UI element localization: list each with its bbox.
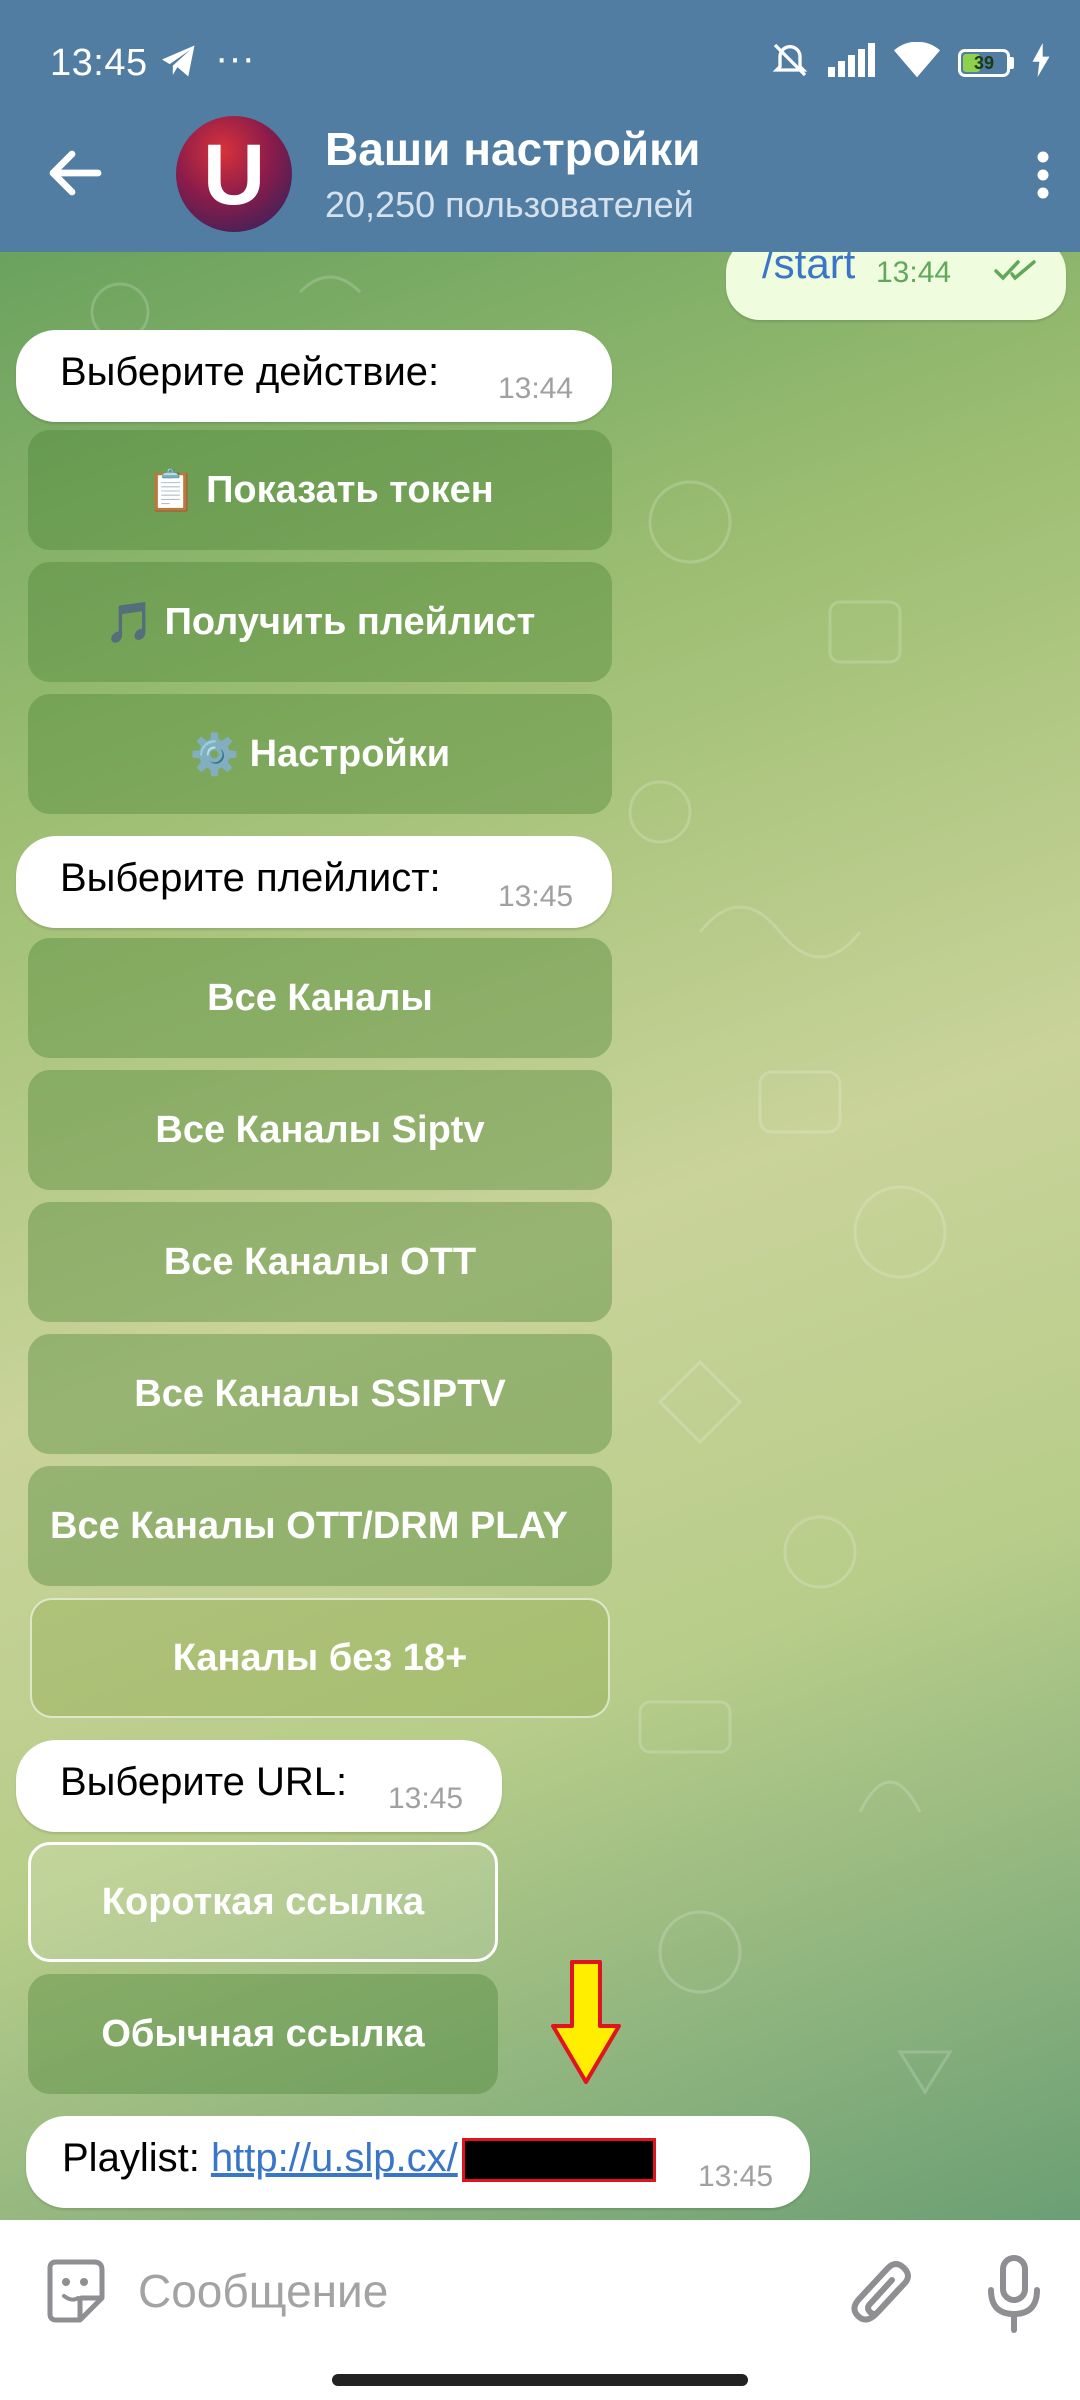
button-label: Каналы без 18+ xyxy=(172,1636,468,1679)
sticker-emoji-icon[interactable] xyxy=(40,2256,110,2331)
clipboard-icon: 📋 xyxy=(146,468,197,513)
button-label: Все Каналы OTT/DRM PLAY xyxy=(50,1504,568,1547)
silent-mode-icon xyxy=(770,40,810,85)
playlist-prefix: Playlist: xyxy=(62,2136,200,2180)
home-gesture-pill[interactable] xyxy=(332,2374,748,2386)
app-header: 13:45 ··· 39 U Ваши настройки 20,250 пол… xyxy=(0,0,1080,252)
playlist-button-ott-drm[interactable]: Все Каналы OTT/DRM PLAY xyxy=(28,1466,612,1586)
signal-icon xyxy=(828,43,876,82)
music-note-icon: 🎵 xyxy=(104,600,155,645)
battery-icon: 39 xyxy=(958,48,1014,77)
button-label: Все Каналы Siptv xyxy=(155,1108,485,1151)
annotation-arrow-icon xyxy=(551,1960,621,2084)
incoming-message[interactable]: Выберите URL: 13:45 xyxy=(16,1740,502,1832)
outgoing-message[interactable]: /start 13:44 xyxy=(726,252,1066,320)
button-label: Короткая ссылка xyxy=(101,1880,425,1923)
button-label: Настройки xyxy=(249,732,451,775)
get-playlist-button[interactable]: 🎵 Получить плейлист xyxy=(28,562,612,682)
more-menu-icon[interactable] xyxy=(1036,150,1050,205)
message-text: Выберите плейлист: xyxy=(60,856,441,900)
message-input[interactable]: Сообщение xyxy=(138,2264,388,2318)
short-link-button[interactable]: Короткая ссылка xyxy=(28,1842,498,1962)
status-icons: 39 xyxy=(770,40,1050,85)
message-text: Playlist: http://u.slp.cx/ xyxy=(62,2136,656,2183)
chat-subtitle: 20,250 пользователей xyxy=(325,184,694,225)
message-time: 13:45 xyxy=(498,880,574,913)
microphone-icon[interactable] xyxy=(985,2254,1043,2339)
button-label: Получить плейлист xyxy=(164,600,536,643)
incoming-message[interactable]: Выберите плейлист: 13:45 xyxy=(16,836,612,928)
playlist-button-no-18[interactable]: Каналы без 18+ xyxy=(30,1598,610,1718)
gear-icon: ⚙️ xyxy=(189,732,240,777)
charging-icon xyxy=(1032,43,1050,82)
playlist-button-siptv[interactable]: Все Каналы Siptv xyxy=(28,1070,612,1190)
button-label: Показать токен xyxy=(206,468,494,511)
playlist-button-ott[interactable]: Все Каналы OTT xyxy=(28,1202,612,1322)
back-arrow-icon[interactable] xyxy=(48,150,102,201)
battery-level: 39 xyxy=(973,52,995,73)
playlist-link[interactable]: http://u.slp.cx/ xyxy=(211,2136,458,2180)
playlist-button-all[interactable]: Все Каналы xyxy=(28,938,612,1058)
telegram-status-icon xyxy=(160,44,198,83)
button-label: Обычная ссылка xyxy=(101,2012,425,2055)
incoming-message[interactable]: Выберите действие: 13:44 xyxy=(16,330,612,422)
chat-title[interactable]: Ваши настройки xyxy=(325,122,700,176)
message-time: 13:44 xyxy=(498,372,574,405)
button-label: Все Каналы SSIPTV xyxy=(134,1372,506,1415)
attach-paperclip-icon[interactable] xyxy=(850,2258,916,2339)
avatar-letter: U xyxy=(202,127,266,223)
status-more-dots: ··· xyxy=(215,36,255,80)
message-text: Выберите действие: xyxy=(60,350,440,394)
status-time: 13:45 xyxy=(50,42,148,84)
playlist-link-message[interactable]: Playlist: http://u.slp.cx/ 13:45 xyxy=(26,2116,810,2208)
regular-link-button[interactable]: Обычная ссылка xyxy=(28,1974,498,2094)
bot-avatar[interactable]: U xyxy=(176,116,292,232)
show-token-button[interactable]: 📋 Показать токен xyxy=(28,430,612,550)
message-time: 13:45 xyxy=(698,2160,774,2193)
button-label: Все Каналы xyxy=(207,976,433,1019)
chat-area[interactable]: /start 13:44 Выберите действие: 13:44 📋 … xyxy=(0,252,1080,2220)
button-label: Все Каналы OTT xyxy=(163,1240,477,1283)
message-time: 13:45 xyxy=(388,1782,464,1815)
wifi-icon xyxy=(894,41,940,83)
redacted-token xyxy=(461,2138,656,2183)
message-text: Выберите URL: xyxy=(60,1760,348,1804)
read-checkmarks-icon xyxy=(994,258,1040,287)
playlist-button-ssiptv[interactable]: Все Каналы SSIPTV xyxy=(28,1334,612,1454)
outgoing-time: 13:44 xyxy=(876,256,952,289)
settings-button[interactable]: ⚙️ Настройки xyxy=(28,694,612,814)
outgoing-text: /start xyxy=(762,252,856,287)
